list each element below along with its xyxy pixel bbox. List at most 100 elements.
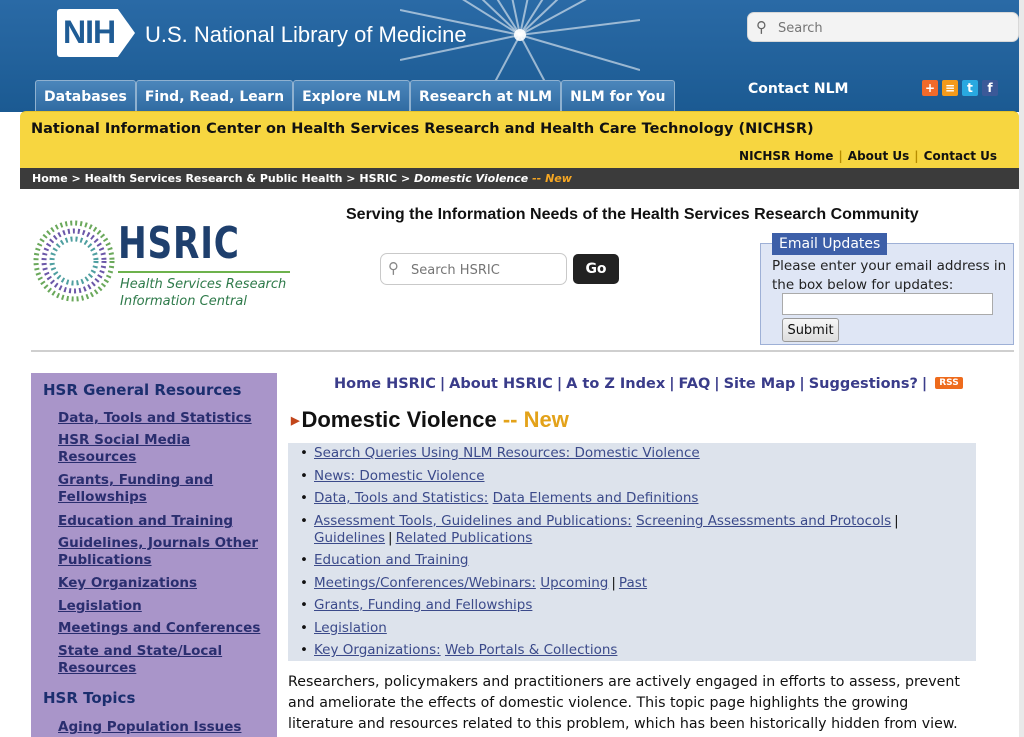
- news-link[interactable]: News: Domestic Violence: [314, 468, 485, 484]
- topic-description: Researchers, policymakers and practition…: [288, 674, 960, 732]
- home-hsric-link[interactable]: Home HSRIC: [334, 376, 436, 392]
- social-icons: + ≡ t f: [922, 80, 998, 96]
- page-title-text: Domestic Violence: [301, 407, 497, 432]
- title-new-label: New: [523, 407, 569, 432]
- breadcrumb-new: New: [545, 172, 572, 185]
- search-icon: ⚲: [756, 18, 767, 36]
- list-item: Assessment Tools, Guidelines and Publica…: [300, 513, 970, 547]
- breadcrumb-hsric[interactable]: HSRIC: [359, 172, 397, 185]
- email-updates-tab: Email Updates: [772, 233, 888, 255]
- sidebar-heading-general: HSR General Resources: [43, 381, 242, 399]
- past-link[interactable]: Past: [619, 575, 647, 591]
- contact-us-link[interactable]: Contact Us: [924, 149, 997, 163]
- hsric-logo-rule: [118, 271, 290, 273]
- nichsr-home-link[interactable]: NICHSR Home: [739, 149, 833, 163]
- tab-nlm-for-you[interactable]: NLM for You: [561, 80, 675, 112]
- submit-button[interactable]: Submit: [782, 318, 839, 342]
- web-portals-link[interactable]: Web Portals & Collections: [445, 642, 617, 658]
- nlm-banner: NIH U.S. National Library of Medicine ⚲ …: [0, 0, 1024, 112]
- sidebar-item-legislation[interactable]: Legislation: [58, 598, 270, 615]
- nichsr-bar: National Information Center on Health Se…: [20, 111, 1019, 168]
- list-item: Key Organizations: Web Portals & Collect…: [300, 642, 970, 659]
- page-title: ▶Domestic Violence -- New: [291, 407, 569, 433]
- faq-link[interactable]: FAQ: [678, 376, 710, 392]
- sidebar-item-education[interactable]: Education and Training: [58, 513, 270, 530]
- a-to-z-link[interactable]: A to Z Index: [566, 376, 665, 392]
- contact-nlm-link[interactable]: Contact NLM: [748, 81, 848, 97]
- breadcrumb: Home > Health Services Research & Public…: [20, 168, 1019, 189]
- rss-icon[interactable]: ≡: [942, 80, 958, 96]
- hsric-search[interactable]: ⚲: [380, 253, 567, 285]
- rss-badge[interactable]: RSS: [935, 377, 963, 389]
- tab-find-read-learn[interactable]: Find, Read, Learn: [135, 80, 294, 112]
- sidebar-item-state-local[interactable]: State and State/Local Resources: [58, 643, 270, 677]
- sidebar-item-meetings[interactable]: Meetings and Conferences: [58, 620, 270, 637]
- grants-link[interactable]: Grants, Funding and Fellowships: [314, 597, 532, 613]
- title-dash: --: [502, 407, 518, 432]
- list-item: Data, Tools and Statistics: Data Element…: [300, 490, 970, 507]
- hsric-sub-line1: Health Services Research: [120, 277, 287, 292]
- guidelines-link[interactable]: Guidelines: [314, 530, 385, 546]
- screening-assessments-link[interactable]: Screening Assessments and Protocols: [636, 513, 891, 529]
- add-this-icon[interactable]: +: [922, 80, 938, 96]
- assessment-tools-link[interactable]: Assessment Tools, Guidelines and Publica…: [314, 513, 632, 529]
- email-updates-text: Please enter your email address in the b…: [772, 258, 1007, 293]
- sidebar: HSR General Resources Data, Tools and St…: [31, 373, 277, 737]
- main-nav-tabs: Databases Find, Read, Learn Explore NLM …: [35, 80, 675, 112]
- data-tools-link[interactable]: Data, Tools and Statistics:: [314, 490, 488, 506]
- nih-logo-text[interactable]: NIH: [63, 14, 116, 51]
- hsric-tagline: Serving the Information Needs of the Hea…: [346, 206, 919, 223]
- list-item: Grants, Funding and Fellowships: [300, 597, 970, 614]
- site-search-input[interactable]: [778, 18, 1008, 38]
- title-arrow-icon: ▶: [291, 415, 300, 427]
- legislation-link[interactable]: Legislation: [314, 620, 387, 636]
- list-item: Meetings/Conferences/Webinars: Upcoming|…: [300, 575, 970, 592]
- nichsr-title[interactable]: National Information Center on Health Se…: [31, 121, 814, 137]
- education-training-link[interactable]: Education and Training: [314, 552, 468, 568]
- site-title[interactable]: U.S. National Library of Medicine: [145, 22, 467, 48]
- upcoming-link[interactable]: Upcoming: [540, 575, 608, 591]
- sidebar-item-guidelines[interactable]: Guidelines, Journals Other Publications: [58, 535, 270, 569]
- sidebar-item-grants[interactable]: Grants, Funding and Fellowships: [58, 472, 270, 506]
- sidebar-item-aging[interactable]: Aging Population Issues: [58, 719, 270, 736]
- about-us-link[interactable]: About Us: [848, 149, 909, 163]
- search-queries-link[interactable]: Search Queries Using NLM Resources: Dome…: [314, 445, 700, 461]
- resource-links-box: Search Queries Using NLM Resources: Dome…: [288, 443, 976, 661]
- email-field[interactable]: [782, 293, 993, 315]
- breadcrumb-home[interactable]: Home: [32, 172, 68, 185]
- nichsr-links: NICHSR Home | About Us | Contact Us: [739, 149, 997, 163]
- list-item: News: Domestic Violence: [300, 468, 970, 485]
- tab-explore-nlm[interactable]: Explore NLM: [293, 80, 410, 112]
- hsric-logo-subtitle: Health Services Research Information Cen…: [120, 276, 286, 310]
- facebook-icon[interactable]: f: [982, 80, 998, 96]
- key-organizations-link[interactable]: Key Organizations:: [314, 642, 441, 658]
- tab-databases[interactable]: Databases: [35, 80, 136, 112]
- hsric-logo-text[interactable]: HSRIC: [118, 218, 240, 269]
- twitter-icon[interactable]: t: [962, 80, 978, 96]
- window-scrollbar[interactable]: [1019, 0, 1024, 737]
- about-hsric-link[interactable]: About HSRIC: [449, 376, 553, 392]
- site-map-link[interactable]: Site Map: [724, 376, 796, 392]
- data-elements-link[interactable]: Data Elements and Definitions: [493, 490, 699, 506]
- tab-research-at-nlm[interactable]: Research at NLM: [409, 80, 562, 112]
- resource-links-list: Search Queries Using NLM Resources: Dome…: [300, 445, 970, 665]
- search-icon: ⚲: [388, 259, 399, 277]
- header-divider: [31, 350, 1014, 352]
- sidebar-heading-topics: HSR Topics: [43, 689, 136, 707]
- sidebar-item-data-tools[interactable]: Data, Tools and Statistics: [58, 410, 270, 427]
- hsric-logo-graphic[interactable]: [32, 219, 116, 303]
- meetings-link[interactable]: Meetings/Conferences/Webinars:: [314, 575, 536, 591]
- hsric-top-links: Home HSRIC | About HSRIC | A to Z Index | FAQ |…: [334, 376, 963, 392]
- sidebar-item-key-orgs[interactable]: Key Organizations: [58, 575, 270, 592]
- site-search[interactable]: ⚲: [747, 12, 1019, 42]
- go-button[interactable]: Go: [573, 254, 619, 284]
- related-publications-link[interactable]: Related Publications: [396, 530, 533, 546]
- breadcrumb-current: Domestic Violence: [414, 172, 529, 185]
- list-item: Education and Training: [300, 552, 970, 569]
- breadcrumb-hsr[interactable]: Health Services Research & Public Health: [85, 172, 343, 185]
- suggestions-link[interactable]: Suggestions?: [809, 376, 918, 392]
- hsric-sub-line2: Information Central: [120, 294, 247, 309]
- sidebar-item-social-media[interactable]: HSR Social Media Resources: [58, 432, 270, 466]
- list-item: Search Queries Using NLM Resources: Dome…: [300, 445, 970, 462]
- hsric-search-input[interactable]: [411, 261, 561, 279]
